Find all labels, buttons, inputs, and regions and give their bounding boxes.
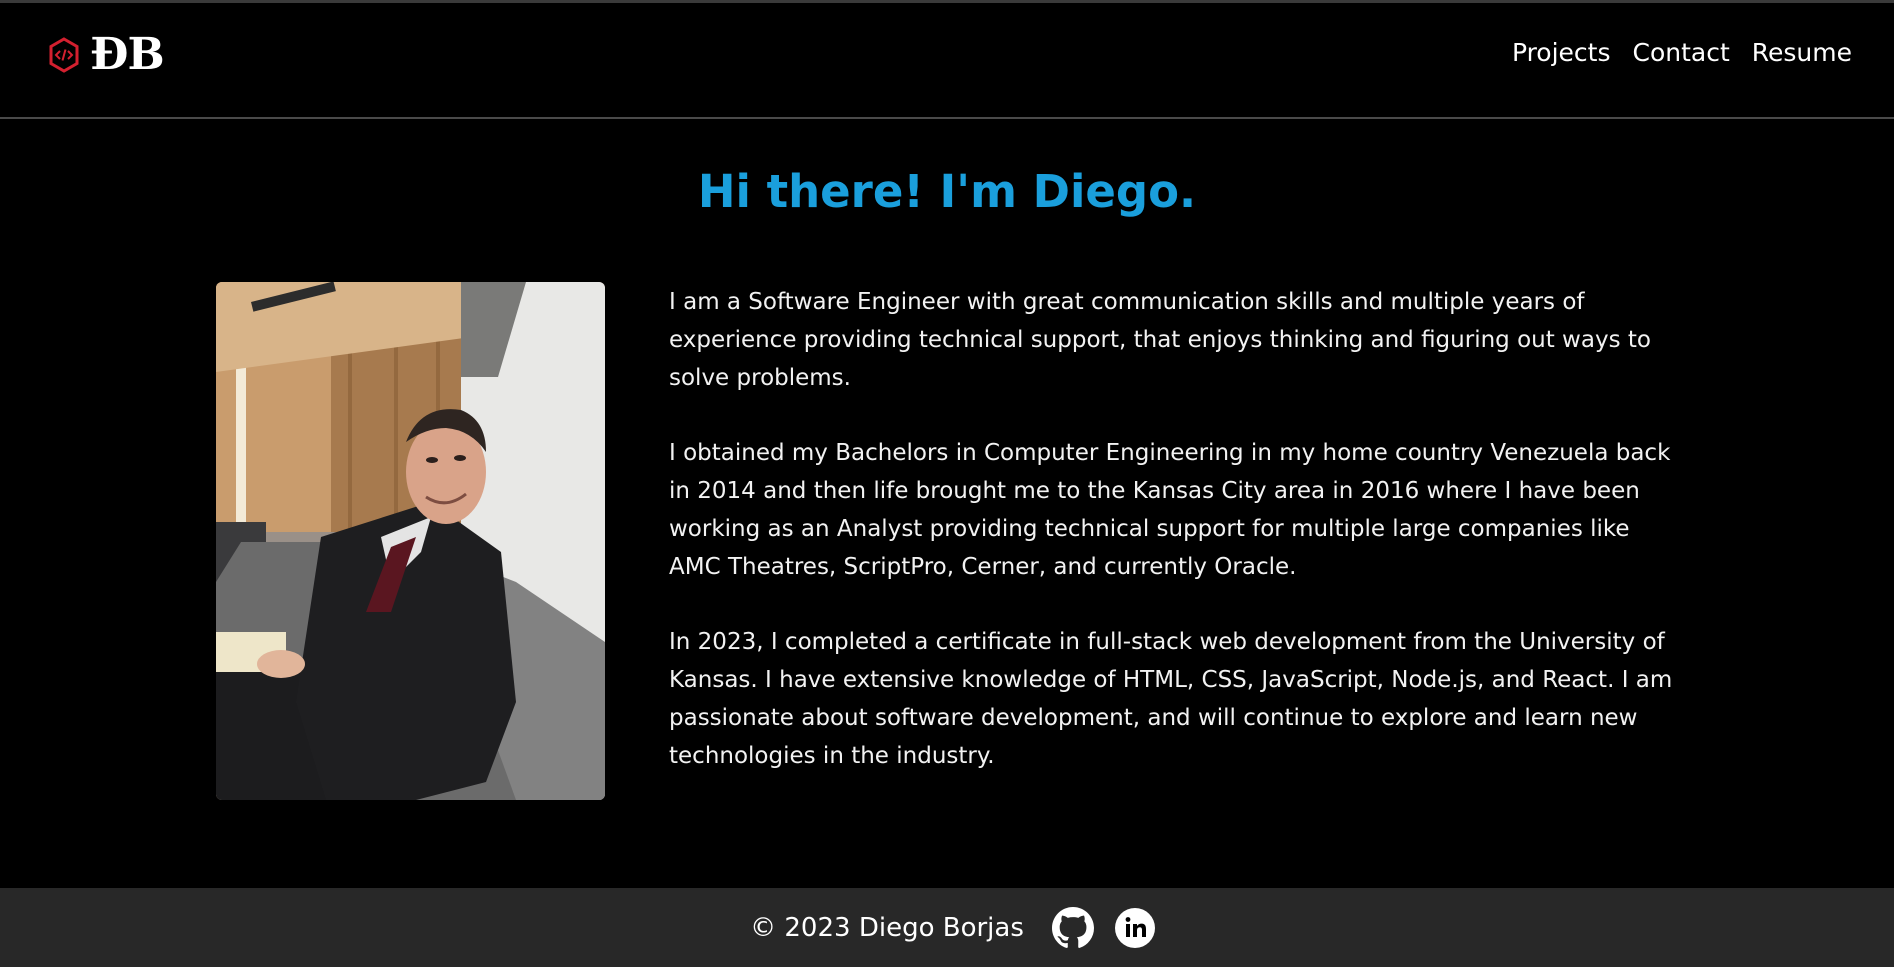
nav-contact-link[interactable]: Contact [1633,33,1730,73]
about-paragraph: I am a Software Engineer with great comm… [669,289,1651,391]
site-footer: © 2023 Diego Borjas [0,888,1894,967]
about-paragraph: In 2023, I completed a certificate in fu… [669,629,1673,769]
main-nav: Projects Contact Resume [1512,33,1852,73]
nav-projects-link[interactable]: Projects [1512,33,1611,73]
nav-resume-link[interactable]: Resume [1752,33,1852,73]
linkedin-icon[interactable] [1114,907,1156,949]
site-header: ĐB Projects Contact Resume [0,3,1894,119]
copyright-text: © 2023 Diego Borjas [750,912,1024,943]
about-text: I am a Software Engineer with great comm… [669,283,1679,812]
github-icon[interactable] [1051,906,1094,949]
about-paragraph: I obtained my Bachelors in Computer Engi… [669,440,1671,580]
profile-photo [216,282,605,800]
hero-title: Hi there! I'm Diego. [697,165,1197,218]
brand-logo[interactable]: ĐB [48,29,165,80]
code-hexagon-icon [49,37,79,73]
logo-text: ĐB [90,29,165,80]
